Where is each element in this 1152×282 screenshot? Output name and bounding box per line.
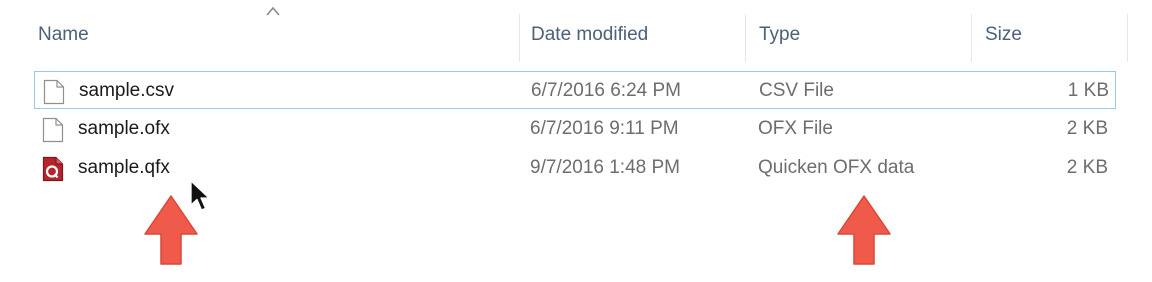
file-date-modified: 6/7/2016 9:11 PM — [530, 118, 679, 139]
column-divider[interactable] — [1127, 14, 1128, 62]
file-date-modified: 6/7/2016 6:24 PM — [531, 80, 681, 101]
file-name: sample.qfx — [78, 157, 170, 178]
column-header-type[interactable]: Type — [759, 14, 800, 56]
file-row-sample-csv[interactable]: sample.csv 6/7/2016 6:24 PM CSV File 1 K… — [34, 71, 1116, 109]
file-date-modified: 9/7/2016 1:48 PM — [530, 157, 680, 178]
file-type: CSV File — [759, 80, 834, 101]
column-header-row: Name Date modified Type Size — [0, 14, 1130, 62]
file-explorer-details-view: Name Date modified Type Size sample.csv … — [0, 0, 1152, 282]
file-size: 2 KB — [1066, 118, 1108, 139]
file-name: sample.csv — [79, 80, 175, 101]
red-up-arrow-icon — [837, 195, 891, 265]
file-name: sample.ofx — [78, 118, 170, 139]
column-divider[interactable] — [745, 14, 746, 62]
generic-file-icon — [43, 79, 65, 105]
file-size: 2 KB — [1066, 157, 1108, 178]
column-divider[interactable] — [519, 14, 520, 62]
file-size: 1 KB — [1067, 80, 1109, 101]
red-up-arrow-icon — [144, 195, 198, 265]
column-header-name[interactable]: Name — [38, 14, 89, 56]
column-header-date-modified[interactable]: Date modified — [531, 14, 648, 56]
file-type: OFX File — [758, 118, 833, 139]
column-divider[interactable] — [971, 14, 972, 62]
file-row-sample-ofx[interactable]: sample.ofx 6/7/2016 9:11 PM OFX File 2 K… — [34, 110, 1116, 148]
quicken-file-icon — [42, 156, 64, 182]
file-type: Quicken OFX data — [758, 157, 915, 178]
generic-file-icon — [42, 117, 64, 143]
column-header-size[interactable]: Size — [985, 14, 1022, 56]
